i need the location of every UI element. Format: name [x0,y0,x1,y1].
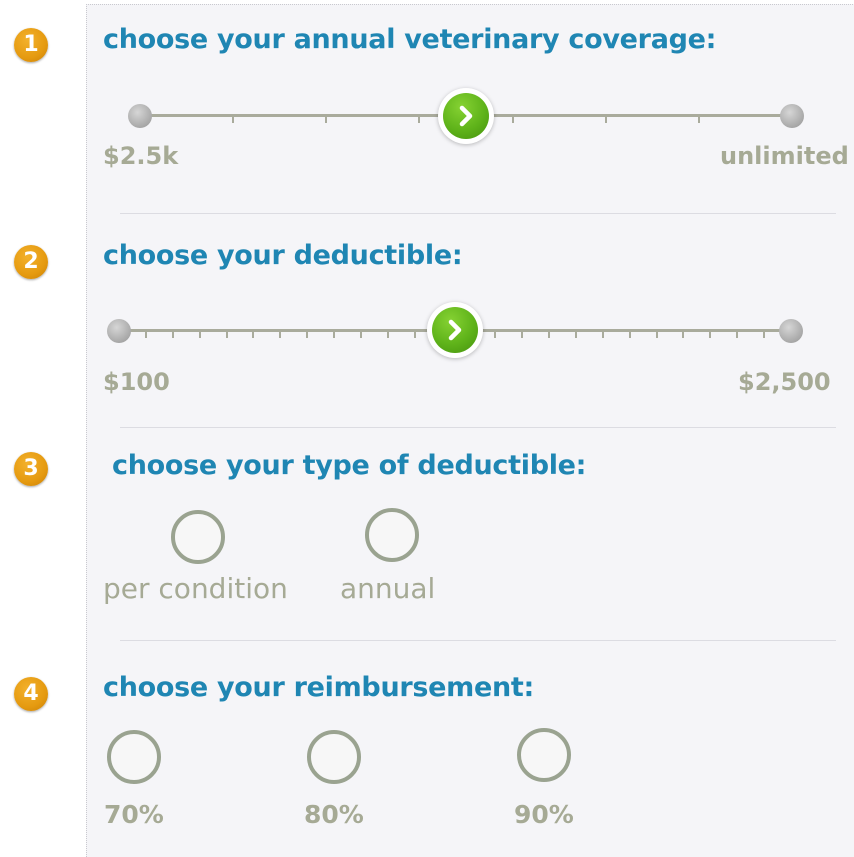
deductible-slider-tick [548,332,551,338]
deductible-slider-tick [198,332,201,338]
coverage-min-label: $2.5k [103,142,179,170]
deductible-slider-tick [763,332,766,338]
chevron-right-icon [448,319,462,341]
deductible-slider-min-dot[interactable] [107,319,131,343]
chevron-right-icon [459,105,473,127]
deductible-type-heading: choose your type of deductible: [112,450,587,481]
deductible-slider-tick [386,332,389,338]
section-divider [120,640,836,641]
coverage-slider-tick [232,117,235,123]
deductible-slider-tick [521,332,524,338]
coverage-slider-tick [604,117,607,123]
deductible-slider-tick [144,332,147,338]
deductible-slider-tick [655,332,658,338]
deductible-min-label: $100 [103,368,170,396]
per-condition-radio[interactable] [171,510,225,564]
deductible-slider-tick [736,332,739,338]
step-1-badge: 1 [14,28,48,62]
annual-radio[interactable] [365,508,419,562]
deductible-slider-knob[interactable] [427,302,483,358]
deductible-slider-tick [682,332,685,338]
deductible-slider-tick [333,332,336,338]
coverage-slider-tick [418,117,421,123]
step-2-badge: 2 [14,245,48,279]
step-3-badge: 3 [14,452,48,486]
deductible-slider-tick [225,332,228,338]
step-4-badge: 4 [14,677,48,711]
deductible-slider-tick [574,332,577,338]
section-divider [120,213,836,214]
deductible-slider-tick [279,332,282,338]
deductible-slider-tick [306,332,309,338]
coverage-slider-tick [697,117,700,123]
deductible-slider-tick [252,332,255,338]
deductible-slider-tick [413,332,416,338]
deductible-slider-tick [628,332,631,338]
deductible-slider-tick [171,332,174,338]
coverage-slider-min-dot[interactable] [128,104,152,128]
reimbursement-70-label: 70% [104,800,164,829]
reimbursement-90-radio[interactable] [517,728,571,782]
deductible-slider-max-dot[interactable] [779,319,803,343]
coverage-max-label: unlimited [720,142,849,170]
reimbursement-70-radio[interactable] [107,730,161,784]
deductible-slider-tick [359,332,362,338]
coverage-slider-tick [511,117,514,123]
deductible-slider-tick [709,332,712,338]
reimbursement-90-label: 90% [514,800,574,829]
deductible-slider-tick [601,332,604,338]
reimbursement-heading: choose your reimbursement: [103,672,535,703]
section-divider [120,427,836,428]
coverage-heading: choose your annual veterinary coverage: [103,24,717,55]
deductible-slider-tick [494,332,497,338]
reimbursement-80-label: 80% [304,800,364,829]
coverage-slider-max-dot[interactable] [780,104,804,128]
coverage-slider-tick [325,117,328,123]
deductible-heading: choose your deductible: [103,240,463,271]
per-condition-label: per condition [103,572,288,605]
deductible-max-label: $2,500 [738,368,831,396]
coverage-slider-knob[interactable] [438,88,494,144]
reimbursement-80-radio[interactable] [307,730,361,784]
annual-label: annual [340,572,436,605]
